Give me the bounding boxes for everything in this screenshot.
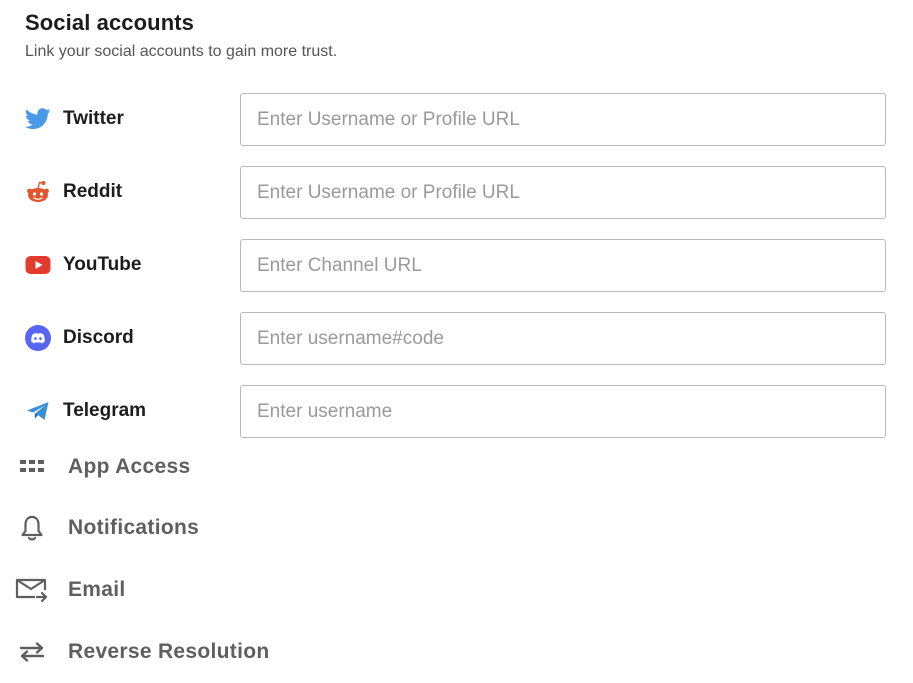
social-name-twitter: Twitter bbox=[63, 108, 124, 129]
mail-icon bbox=[14, 572, 50, 608]
social-label-twitter: Twitter bbox=[25, 106, 124, 132]
social-name-discord: Discord bbox=[63, 327, 134, 348]
social-label-telegram: Telegram bbox=[25, 398, 146, 424]
social-row-twitter: Twitter bbox=[0, 93, 913, 146]
youtube-icon bbox=[25, 252, 51, 278]
reddit-username-input[interactable] bbox=[240, 166, 886, 219]
menu-item-email[interactable]: Email bbox=[0, 570, 400, 610]
social-label-discord: Discord bbox=[25, 325, 134, 351]
telegram-icon bbox=[25, 398, 51, 424]
section-title: Social accounts bbox=[25, 10, 195, 35]
discord-icon bbox=[25, 325, 51, 351]
twitter-icon bbox=[25, 106, 51, 132]
telegram-username-input[interactable] bbox=[240, 385, 886, 438]
menu-item-reverse-resolution[interactable]: Reverse Resolution bbox=[0, 632, 400, 672]
social-label-youtube: YouTube bbox=[25, 252, 141, 278]
menu-item-notifications[interactable]: Notifications bbox=[0, 508, 400, 548]
youtube-channel-input[interactable] bbox=[240, 239, 886, 292]
social-row-youtube: YouTube bbox=[0, 239, 913, 292]
reddit-icon bbox=[25, 179, 51, 205]
twitter-username-input[interactable] bbox=[240, 93, 886, 146]
menu-item-app-access[interactable]: App Access bbox=[0, 447, 400, 487]
social-row-reddit: Reddit bbox=[0, 166, 913, 219]
swap-arrows-icon bbox=[14, 634, 50, 670]
bell-icon bbox=[14, 510, 50, 546]
section-subtitle: Link your social accounts to gain more t… bbox=[25, 43, 338, 60]
social-name-telegram: Telegram bbox=[63, 400, 147, 421]
menu-label-notifications: Notifications bbox=[68, 516, 200, 539]
menu-label-email: Email bbox=[68, 578, 126, 601]
grid-icon bbox=[14, 449, 50, 485]
discord-username-input[interactable] bbox=[240, 312, 886, 365]
menu-label-reverse-resolution: Reverse Resolution bbox=[68, 640, 270, 663]
social-name-youtube: YouTube bbox=[63, 254, 142, 275]
social-row-telegram: Telegram bbox=[0, 385, 913, 438]
menu-label-app-access: App Access bbox=[68, 455, 191, 478]
social-row-discord: Discord bbox=[0, 312, 913, 365]
social-label-reddit: Reddit bbox=[25, 179, 122, 205]
social-name-reddit: Reddit bbox=[63, 181, 123, 202]
